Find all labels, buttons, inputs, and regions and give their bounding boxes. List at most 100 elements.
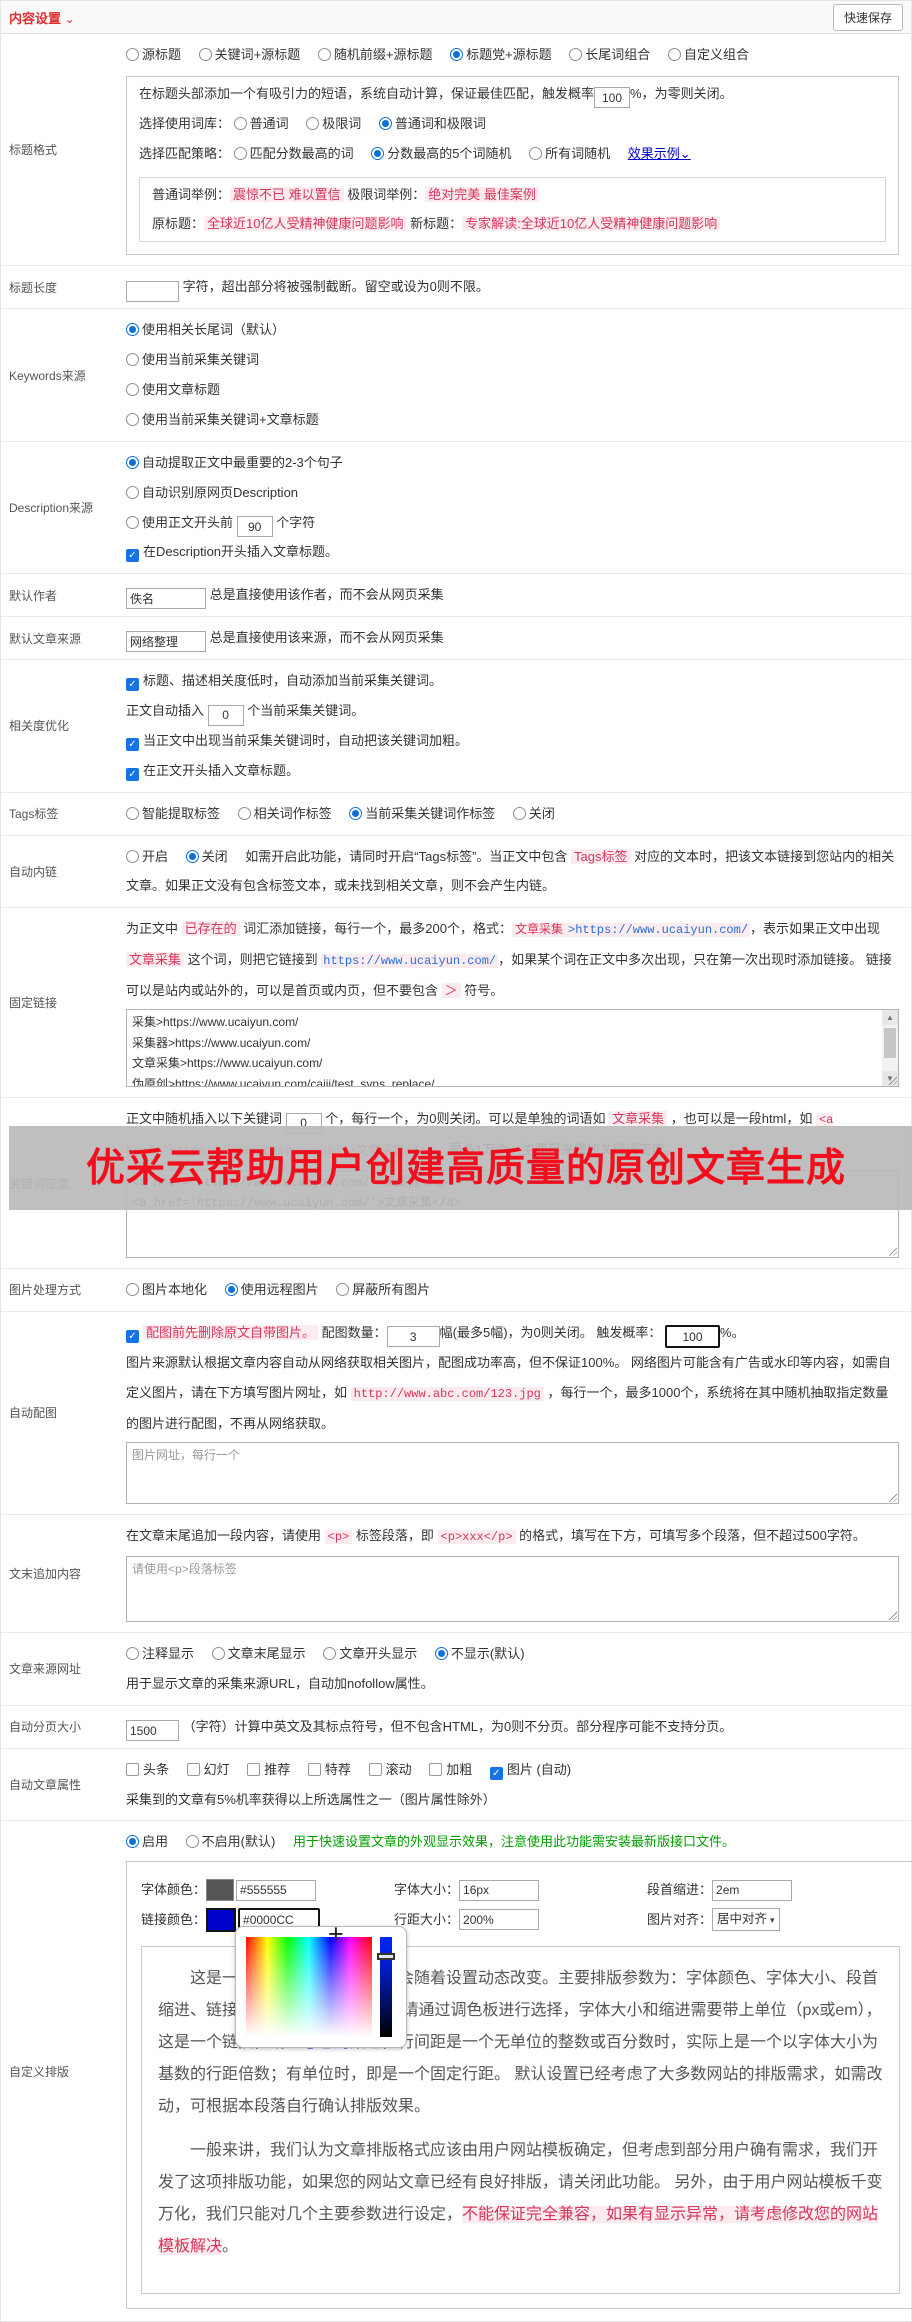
radio-top5-random[interactable]: 分数最高的5个词随机 bbox=[371, 146, 512, 161]
link-color-swatch[interactable] bbox=[206, 1907, 237, 1932]
example-toggle-link[interactable]: 效果示例⌄ bbox=[628, 146, 691, 161]
radio-comment-show[interactable]: 注释显示 bbox=[126, 1646, 194, 1661]
color-hue-slider[interactable] bbox=[377, 1937, 395, 2038]
image-align-select[interactable]: 居中对齐 ▾ bbox=[712, 1908, 780, 1932]
font-size-input[interactable] bbox=[459, 1879, 540, 1901]
font-color-swatch[interactable] bbox=[206, 1879, 235, 1902]
check-insert-title-body[interactable]: 在正文开头插入文章标题。 bbox=[126, 756, 899, 786]
radio-no-show[interactable]: 不显示(默认) bbox=[434, 1646, 525, 1661]
description-chars-input[interactable] bbox=[236, 516, 273, 538]
check-insert-title-description[interactable]: 在Description开头插入文章标题。 bbox=[126, 537, 899, 567]
image-count-input[interactable] bbox=[386, 1326, 440, 1348]
radio-clickbait-title[interactable]: 标题党+源标题 bbox=[450, 47, 552, 62]
check-add-keywords[interactable]: 标题、描述相关度低时，自动添加当前采集关键词。 bbox=[126, 666, 899, 696]
radio-typeset-enable[interactable]: 启用 bbox=[126, 1834, 168, 1849]
append-content-textarea[interactable] bbox=[126, 1556, 899, 1622]
radio-random-prefix-title[interactable]: 随机前缀+源标题 bbox=[317, 47, 432, 62]
radio-block-images[interactable]: 屏蔽所有图片 bbox=[336, 1282, 430, 1297]
radio-remote-images[interactable]: 使用远程图片 bbox=[224, 1282, 319, 1297]
radio-original-description[interactable]: 自动识别原网页Description bbox=[126, 478, 899, 508]
row-default-author: 默认作者 总是直接使用该作者，而不会从网页采集 bbox=[1, 574, 911, 618]
scrollbar[interactable]: ▲ ▼ bbox=[882, 1010, 898, 1087]
radio-highest-score[interactable]: 匹配分数最高的词 bbox=[233, 146, 354, 161]
radio-localize-images[interactable]: 图片本地化 bbox=[126, 1282, 207, 1297]
check-image-auto[interactable]: 图片 (自动) bbox=[489, 1762, 571, 1780]
radio-related-tags[interactable]: 相关词作标签 bbox=[237, 806, 332, 821]
check-bold[interactable]: 加粗 bbox=[429, 1762, 472, 1777]
top-bar: 内容设置 ⌄ 快速保存 bbox=[1, 1, 911, 34]
image-url-textarea[interactable] bbox=[126, 1442, 899, 1505]
hue-slider-handle[interactable] bbox=[377, 1953, 395, 1961]
page-title[interactable]: 内容设置 ⌄ bbox=[9, 8, 75, 27]
radio-article-title[interactable]: 使用文章标题 bbox=[126, 375, 899, 405]
check-special[interactable]: 特荐 bbox=[307, 1762, 351, 1777]
check-remove-original-images[interactable]: 配图前先删除原文自带图片。 bbox=[126, 1324, 319, 1343]
title-length-input[interactable] bbox=[126, 280, 179, 302]
scroll-thumb[interactable] bbox=[884, 1028, 896, 1059]
image-probability-input[interactable] bbox=[665, 1325, 721, 1349]
radio-keyword-tags[interactable]: 当前采集关键词作标签 bbox=[349, 806, 495, 821]
radio-all-random[interactable]: 所有词随机 bbox=[529, 146, 610, 161]
radio-tags-off[interactable]: 关闭 bbox=[512, 806, 555, 821]
radio-related-longtail[interactable]: 使用相关长尾词（默认） bbox=[126, 315, 899, 345]
radio-icon bbox=[529, 146, 543, 160]
radio-longtail-combo[interactable]: 长尾词组合 bbox=[569, 47, 650, 62]
default-author-input[interactable] bbox=[126, 588, 206, 610]
radio-keywords-plus-title[interactable]: 使用当前采集关键词+文章标题 bbox=[126, 405, 899, 435]
radio-article-end-show[interactable]: 文章末尾显示 bbox=[211, 1646, 306, 1661]
default-source-input[interactable] bbox=[126, 631, 206, 653]
radio-extreme-words[interactable]: 极限词 bbox=[306, 116, 361, 131]
row-description-source: Description来源 自动提取正文中最重要的2-3个句子 自动识别原网页D… bbox=[1, 442, 911, 575]
scroll-down-icon[interactable]: ▼ bbox=[882, 1071, 898, 1087]
radio-icon bbox=[569, 48, 583, 61]
radio-icon bbox=[512, 806, 526, 820]
check-scroll[interactable]: 滚动 bbox=[368, 1762, 412, 1777]
quick-save-button[interactable]: 快速保存 bbox=[832, 3, 903, 31]
radio-smart-tags[interactable]: 智能提取标签 bbox=[126, 806, 220, 821]
auto-image-label: 自动配图 bbox=[9, 1406, 58, 1421]
radio-selected-icon bbox=[126, 323, 139, 337]
radio-icon bbox=[126, 383, 139, 397]
source-url-label: 文章来源网址 bbox=[9, 1662, 82, 1677]
radio-icon bbox=[185, 1835, 199, 1849]
insert-count-input[interactable] bbox=[207, 704, 244, 726]
radio-innerlink-off[interactable]: 关闭 bbox=[185, 849, 228, 864]
clickbait-desc: 在标题头部添加一个有吸引力的短语，系统自动计算，保证最佳匹配，触发概率%，为零则… bbox=[139, 79, 886, 109]
auto-image-line1: 配图前先删除原文自带图片。 配图数量：幅(最多5幅)，为0则关闭。 触发概率： … bbox=[126, 1318, 899, 1349]
radio-innerlink-on[interactable]: 开启 bbox=[126, 849, 168, 864]
check-recommend[interactable]: 推荐 bbox=[247, 1762, 290, 1777]
radio-keyword-source-title[interactable]: 关键词+源标题 bbox=[198, 47, 300, 62]
radio-both-words[interactable]: 普通词和极限词 bbox=[378, 116, 486, 131]
source-url-options: 注释显示 文章末尾显示 文章开头显示 不显示(默认) bbox=[126, 1639, 899, 1669]
radio-current-keywords[interactable]: 使用当前采集关键词 bbox=[126, 345, 899, 375]
relevance-insert-line: 正文自动插入 个当前采集关键词。 bbox=[126, 696, 899, 726]
check-slide[interactable]: 幻灯 bbox=[186, 1762, 230, 1777]
check-headline[interactable]: 头条 bbox=[126, 1762, 169, 1777]
radio-source-title[interactable]: 源标题 bbox=[126, 47, 181, 62]
radio-custom-combo[interactable]: 自定义组合 bbox=[667, 47, 749, 62]
row-auto-image: 自动配图 配图前先删除原文自带图片。 配图数量：幅(最多5幅)，为0则关闭。 触… bbox=[1, 1312, 911, 1516]
radio-typeset-disable[interactable]: 不启用(默认) bbox=[185, 1834, 275, 1849]
pagination-size-input[interactable] bbox=[126, 1720, 179, 1742]
radio-normal-words[interactable]: 普通词 bbox=[233, 116, 289, 131]
auto-image-desc: 图片来源默认根据文章内容自动从网络获取相关图片，配图成功率高，但不保证100%。… bbox=[126, 1355, 891, 1431]
row-keywords-source: Keywords来源 使用相关长尾词（默认） 使用当前采集关键词 使用文章标题 … bbox=[1, 309, 911, 442]
radio-article-start-show[interactable]: 文章开头显示 bbox=[323, 1646, 417, 1661]
radio-auto-extract[interactable]: 自动提取正文中最重要的2-3个句子 bbox=[126, 448, 899, 478]
radio-icon bbox=[323, 1647, 337, 1660]
font-color-input[interactable] bbox=[236, 1879, 317, 1901]
check-bold-keywords[interactable]: 当正文中出现当前采集关键词时，自动把该关键词加粗。 bbox=[126, 726, 899, 756]
color-saturation-area[interactable] bbox=[246, 1937, 372, 2038]
radio-body-prefix[interactable]: 使用正文开头前 个字符 bbox=[126, 508, 899, 538]
radio-selected-icon bbox=[126, 455, 139, 469]
scroll-up-icon[interactable]: ▲ bbox=[882, 1010, 898, 1026]
picker-cursor-icon: + bbox=[328, 1919, 344, 1950]
probability-input[interactable] bbox=[594, 87, 631, 109]
preview-paragraph-2: 一般来讲，我们认为文章排版格式应该由用户网站模板确定，但考虑到部分用户确有需求，… bbox=[158, 2141, 883, 2255]
radio-icon bbox=[126, 806, 139, 820]
radio-icon bbox=[126, 485, 139, 499]
fixed-link-textarea[interactable]: 采集>https://www.ucaiyun.com/ 采集器>https://… bbox=[126, 1009, 899, 1088]
typeset-settings-box: 字体颜色： 字体大小： 段首缩进： 链接颜色： 行距大小： 图片对齐：居中对齐▾… bbox=[126, 1861, 912, 2309]
indent-input[interactable] bbox=[712, 1879, 793, 1901]
line-height-input[interactable] bbox=[459, 1909, 540, 1931]
